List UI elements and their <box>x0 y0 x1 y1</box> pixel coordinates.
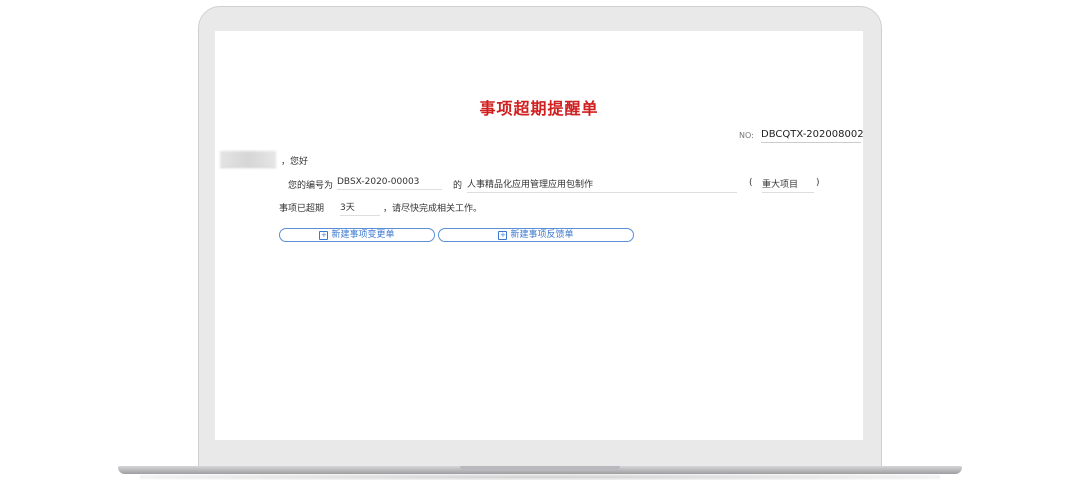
item-name-field: 人事精品化应用管理应用包制作 <box>467 177 737 193</box>
recipient-name-field <box>220 151 276 168</box>
new-change-order-button[interactable]: + 新建事项变更单 <box>279 228 435 242</box>
new-feedback-order-label: 新建事项反馈单 <box>510 230 574 240</box>
paren-open: ( <box>749 178 753 188</box>
paren-close: ) <box>816 178 820 188</box>
page-title: 事项超期提醒单 <box>479 99 599 118</box>
screen: 事项超期提醒单 NO: DBCQTX-202008002 ，您好 您的编号为 D… <box>215 31 863 440</box>
overdue-suffix: ，请尽快完成相关工作。 <box>383 204 483 214</box>
item-category-field: 重大项目 <box>762 177 814 193</box>
number-value: DBCQTX-202008002 <box>761 129 863 143</box>
number-label: NO: <box>739 131 754 140</box>
greeting-text: ，您好 <box>281 157 309 167</box>
overdue-label: 事项已超期 <box>279 204 325 214</box>
plus-icon: + <box>319 231 329 240</box>
laptop-notch <box>460 466 620 471</box>
new-change-order-label: 新建事项变更单 <box>331 230 395 240</box>
id-prefix-label: 您的编号为 <box>288 181 334 191</box>
laptop-shadow <box>140 474 940 480</box>
de-label: 的 <box>453 181 463 191</box>
overdue-days-field: 3天 <box>340 200 380 216</box>
new-feedback-order-button[interactable]: + 新建事项反馈单 <box>438 228 634 242</box>
item-id-field: DBSX-2020-00003 <box>337 177 442 190</box>
plus-icon: + <box>498 231 508 240</box>
